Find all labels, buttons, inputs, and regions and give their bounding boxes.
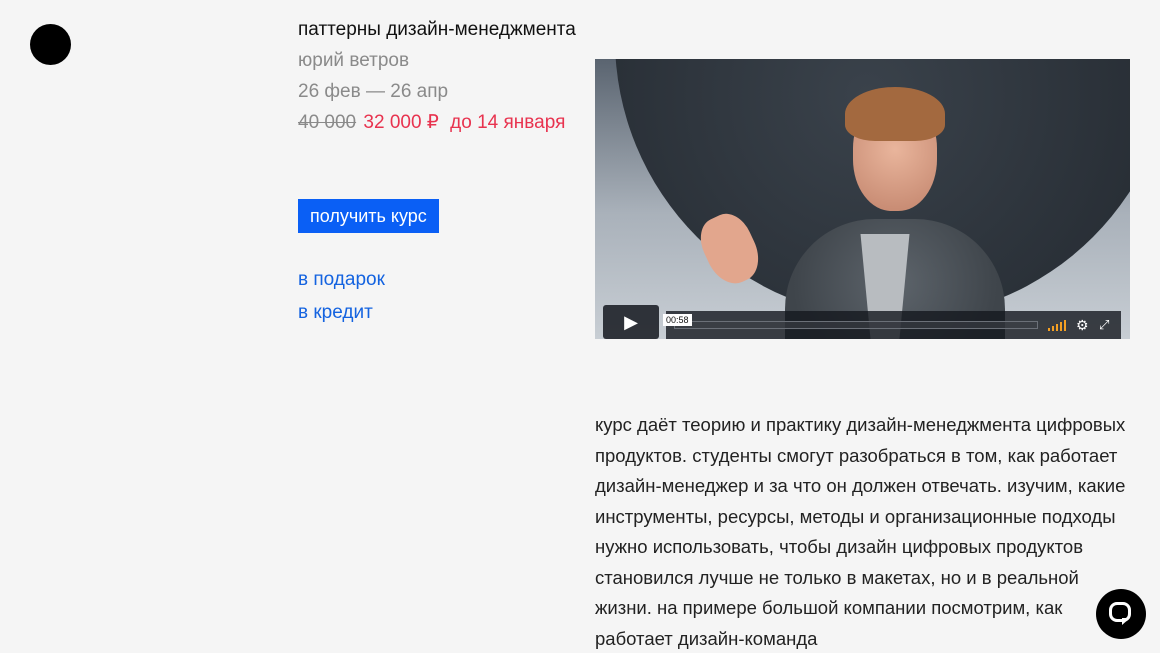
purchase-options: в подарок в кредит [298,263,385,329]
course-title: паттерны дизайн-менеджмента [298,19,576,40]
get-course-button[interactable]: получить курс [298,199,439,233]
course-author: юрий ветров [298,50,410,71]
course-dates: 26 фев — 26 апр [298,81,449,102]
video-player[interactable]: ▶ 00:58 ⚙ ⤢ [595,59,1130,339]
video-timeline[interactable]: 00:58 [663,314,1038,329]
chat-icon-tail [1122,618,1130,625]
course-description: курс даёт теорию и практику дизайн-менед… [595,414,1126,649]
course-page: паттерны дизайн-менеджмента юрий ветров … [0,0,1160,653]
course-info: паттерны дизайн-менеджмента юрий ветров … [298,14,578,138]
fullscreen-icon[interactable]: ⤢ [1099,315,1109,335]
logo[interactable] [30,24,71,65]
new-price: 32 000 ₽ [363,112,439,133]
play-button[interactable]: ▶ [603,305,659,339]
price-line: 40 000 32 000 ₽ до 14 января [298,107,578,138]
video-presenter-hair [845,87,945,141]
discount-deadline: до 14 января [450,112,566,133]
play-icon: ▶ [624,312,638,332]
video-controls: 00:58 ⚙ ⤢ [663,311,1121,339]
credit-link[interactable]: в кредит [298,296,385,329]
time-tooltip: 00:58 [663,314,692,326]
chat-button[interactable] [1096,589,1146,639]
gift-link[interactable]: в подарок [298,263,385,296]
gear-icon[interactable]: ⚙ [1076,315,1089,335]
volume-icon[interactable] [1048,319,1068,331]
old-price: 40 000 [298,112,357,133]
